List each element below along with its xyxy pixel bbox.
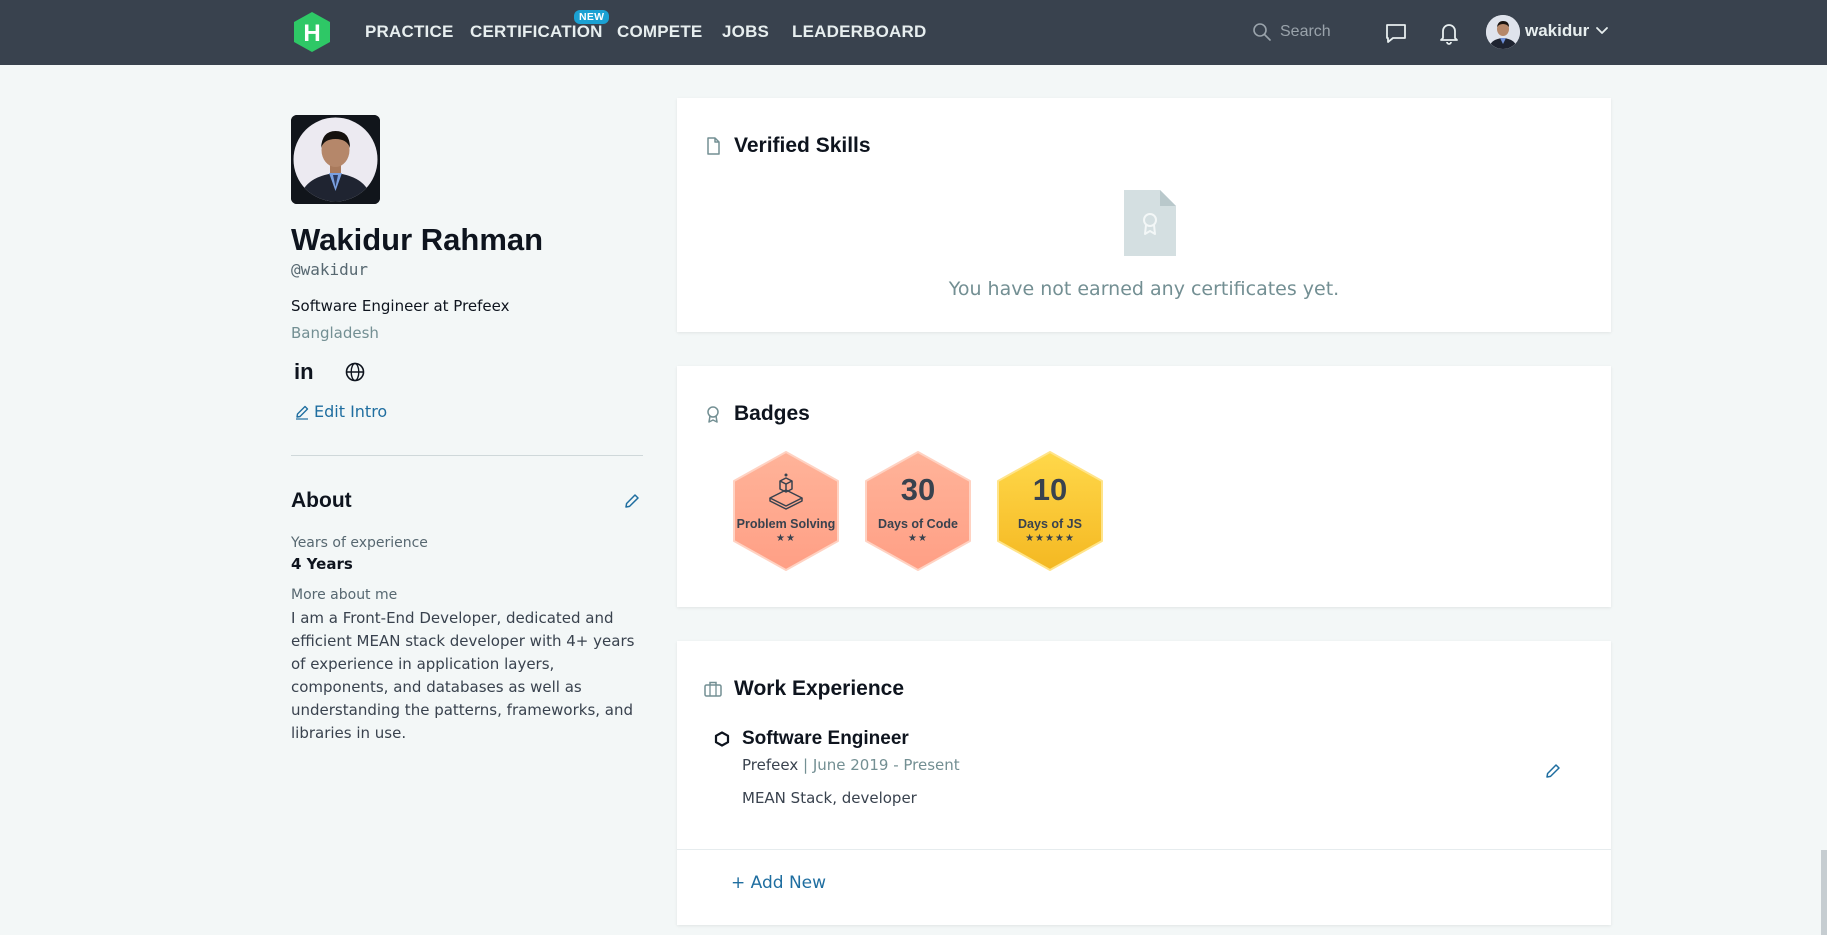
hackerrank-logo-icon[interactable]: H [291,11,333,53]
badge-name: Problem Solving [736,517,836,531]
more-about-label: More about me [291,587,398,603]
badges-title: Badges [734,402,810,425]
username-label[interactable]: wakidur [1525,21,1589,41]
nav-certification[interactable]: CERTIFICATION [470,22,603,42]
badge-number: 10 [1032,472,1068,507]
chevron-down-icon[interactable] [1594,23,1610,39]
linkedin-icon[interactable]: in [294,359,314,385]
nav-practice[interactable]: PRACTICE [365,22,454,42]
page-scrollbar[interactable] [1821,850,1827,935]
no-certificates-message: You have not earned any certificates yet… [948,278,1340,300]
work-experience-title: Work Experience [734,677,905,700]
badge-number: 30 [900,472,936,507]
section-divider [291,455,643,456]
add-experience-link[interactable]: + Add New [731,873,826,893]
profile-photo [291,115,380,204]
more-about-text: I am a Front-End Developer, dedicated an… [291,609,635,742]
work-experience-card: Work Experience Software Engineer Prefee… [677,641,1611,925]
badge-stars: ★★★★★ [1025,533,1075,544]
user-avatar[interactable] [1486,15,1520,49]
edit-intro-label: Edit Intro [314,402,388,421]
svg-text:H: H [303,20,320,47]
verified-skills-header: Verified Skills [703,134,871,158]
hexagon-shape [865,451,971,571]
work-experience-header: Work Experience [703,677,904,701]
years-experience-value: 4 Years [291,555,353,573]
website-globe-icon[interactable] [344,361,366,383]
badges-card: Badges Problem Solving ★★ 30 Days of Cod… [677,366,1611,607]
notifications-bell-icon[interactable] [1436,20,1462,46]
nav-compete[interactable]: COMPETE [617,22,702,42]
profile-handle: @wakidur [291,260,369,279]
experience-divider [677,849,1611,850]
experience-role: Software Engineer [742,728,909,749]
badge-days-of-code[interactable]: 30 Days of Code ★★ [862,450,974,572]
experience-meta: Prefeex | June 2019 - Present [742,756,960,774]
nav-leaderboard[interactable]: LEADERBOARD [792,22,926,42]
hexagon-shape [997,451,1103,571]
experience-company: Prefeex [742,756,799,774]
badge-stars: ★★ [908,533,928,544]
certificate-icon [1124,190,1176,256]
briefcase-icon [704,681,722,697]
badge-stars: ★★ [776,533,796,544]
profile-country: Bangladesh [291,324,379,342]
profile-full-name: Wakidur Rahman [291,222,544,257]
edit-intro-link[interactable]: Edit Intro [294,402,387,421]
profile-job-title: Software Engineer at Prefeex [291,297,510,315]
experience-description: MEAN Stack, developer [742,789,917,807]
search-input[interactable] [1280,23,1370,41]
experience-edit-pencil-icon[interactable] [1544,762,1562,780]
hexagon-shape [733,451,839,571]
years-experience-label: Years of experience [291,535,428,551]
experience-separator: | [802,756,809,774]
experience-hexagon-icon [714,731,730,747]
badge-problem-solving[interactable]: Problem Solving ★★ [730,450,842,572]
top-navbar: H PRACTICE CERTIFICATION NEW COMPETE JOB… [0,0,1827,65]
badge-name: Days of Code [878,517,958,531]
about-edit-pencil-icon[interactable] [623,492,641,510]
experience-dates: June 2019 - Present [812,756,960,774]
pencil-icon [296,405,309,420]
document-icon [707,137,720,155]
badge-days-of-js[interactable]: 10 Days of JS ★★★★★ [994,450,1106,572]
about-heading: About [291,489,352,512]
messages-icon[interactable] [1383,20,1409,46]
ribbon-badge-icon [707,406,719,423]
problem-solving-icon [766,472,806,510]
badges-header: Badges [703,402,810,426]
verified-skills-card: Verified Skills You have not earned any … [677,98,1611,332]
nav-jobs[interactable]: JOBS [722,22,769,42]
badge-name: Days of JS [1018,517,1082,531]
verified-skills-title: Verified Skills [734,134,871,157]
search-box[interactable] [1252,18,1372,46]
new-badge: NEW [574,10,610,24]
search-icon [1253,23,1271,41]
